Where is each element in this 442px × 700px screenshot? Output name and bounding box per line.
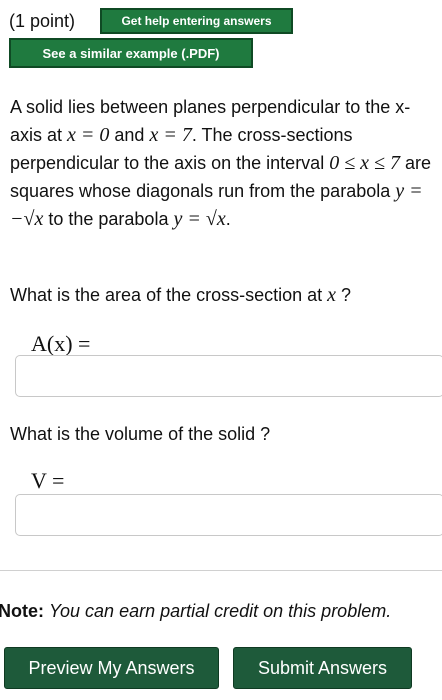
question-text: ? <box>336 285 352 305</box>
problem-statement: A solid lies between planes perpendicula… <box>10 93 438 233</box>
similar-example-button[interactable]: See a similar example (.PDF) <box>9 38 253 68</box>
volume-answer-label: V = <box>31 468 65 493</box>
preview-answers-button[interactable]: Preview My Answers <box>4 647 219 689</box>
area-answer-input[interactable] <box>15 355 442 397</box>
question-volume: What is the volume of the solid ? <box>10 424 271 444</box>
help-entering-answers-button[interactable]: Get help entering answers <box>100 8 293 34</box>
divider <box>0 570 442 571</box>
problem-text: to the parabola <box>43 209 174 229</box>
note-label: Note: <box>0 601 44 621</box>
volume-answer-input[interactable] <box>15 494 442 536</box>
points-label: (1 point) <box>9 11 76 31</box>
math-interval: 0 ≤ x ≤ 7 <box>329 152 401 174</box>
question-text: What is the area of the cross-section at <box>10 285 328 305</box>
problem-text: and <box>109 125 150 145</box>
partial-credit-note: Note: You can earn partial credit on thi… <box>0 601 391 622</box>
question-area: What is the area of the cross-section at… <box>10 283 351 307</box>
area-answer-label: A(x) = <box>31 331 91 356</box>
math-variable-x: x <box>327 284 337 306</box>
problem-page: (1 point) Get help entering answers See … <box>0 0 442 700</box>
math-x-equals-7: x = 7 <box>149 124 192 146</box>
note-text: You can earn partial credit on this prob… <box>49 601 392 621</box>
submit-answers-button[interactable]: Submit Answers <box>233 647 412 689</box>
math-x-equals-0: x = 0 <box>67 124 110 146</box>
math-upper-parabola: y = √x <box>173 208 226 230</box>
problem-text: . <box>225 209 231 229</box>
